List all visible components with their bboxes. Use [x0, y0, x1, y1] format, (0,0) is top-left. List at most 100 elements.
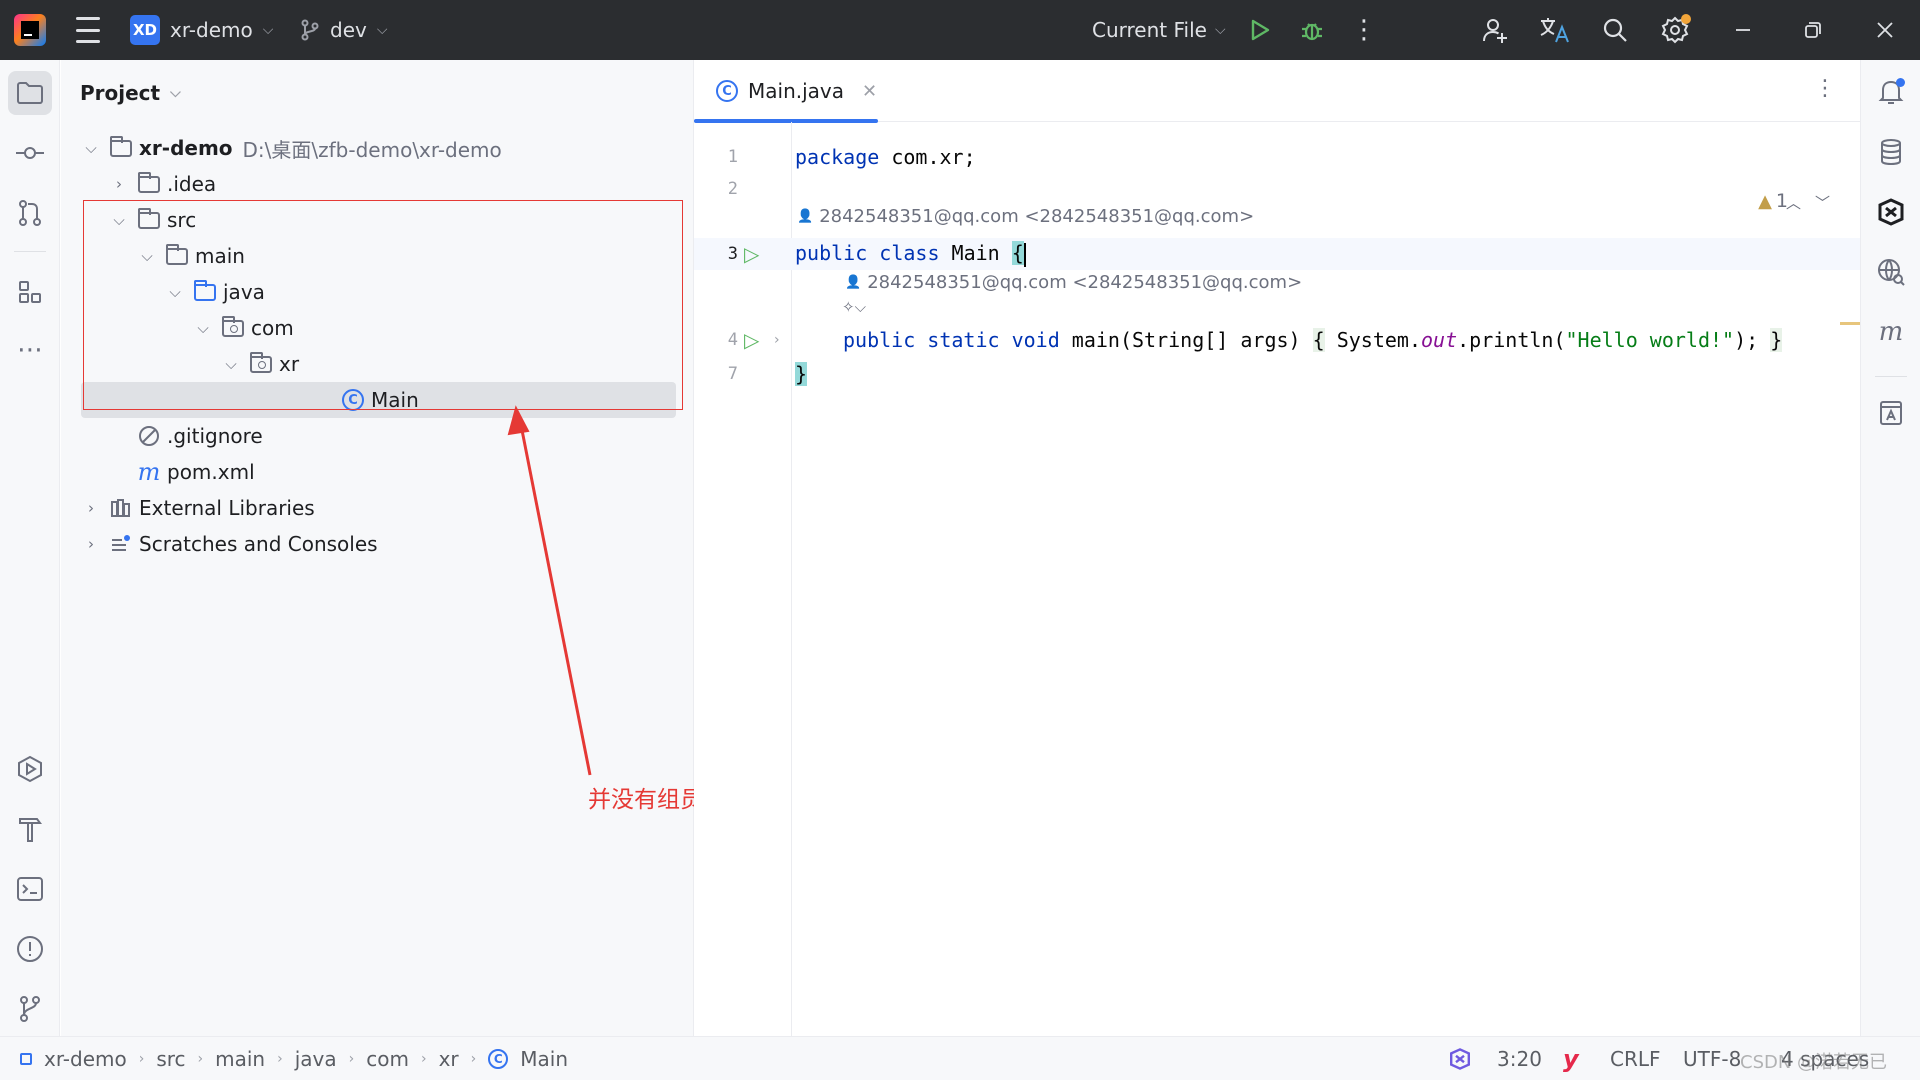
settings-icon[interactable]: [1655, 10, 1695, 50]
folder-icon[interactable]: [8, 71, 52, 115]
code-line-2[interactable]: 2: [694, 173, 1860, 205]
notifications-icon[interactable]: [1869, 70, 1913, 114]
caret-position[interactable]: 3:20: [1497, 1037, 1542, 1080]
pull-requests-icon[interactable]: [8, 191, 52, 235]
tree-node-xr[interactable]: ⌵ xr: [61, 346, 681, 382]
terminal-icon[interactable]: [8, 867, 52, 911]
more-icon[interactable]: ⋯: [8, 328, 52, 372]
hamburger-menu-icon[interactable]: [74, 17, 102, 43]
maven-icon[interactable]: m: [1869, 310, 1913, 354]
active-tab-indicator: [694, 119, 878, 123]
ignore-file-icon: [137, 426, 161, 446]
folder-icon: [137, 207, 161, 230]
close-icon[interactable]: [1865, 10, 1905, 50]
code-text: package com.xr;: [795, 145, 976, 169]
chevron-right-icon: ›: [348, 1051, 355, 1067]
tree-node-scratches[interactable]: › Scratches and Consoles: [61, 526, 681, 562]
structure-icon[interactable]: [8, 270, 52, 314]
endpoints-icon[interactable]: [1869, 250, 1913, 294]
code-line-3[interactable]: 3 ▷ public class Main {: [694, 238, 1860, 270]
chevron-down-icon[interactable]: ⌵: [193, 319, 213, 337]
file-encoding[interactable]: UTF-8: [1683, 1037, 1741, 1080]
ai-assistant-icon[interactable]: [1869, 190, 1913, 234]
project-tool-window: Project ⌵ ⌵ xr-demo D:\桌面\zfb-demo\xr-de…: [61, 60, 694, 1036]
library-icon: [109, 498, 133, 518]
chevron-down-icon[interactable]: ⌵: [137, 247, 157, 265]
chevron-right-icon[interactable]: ›: [81, 535, 101, 553]
tree-node-com[interactable]: ⌵ com: [61, 310, 681, 346]
tree-label: Scratches and Consoles: [139, 532, 378, 556]
project-switcher[interactable]: XD xr-demo ⌵: [130, 14, 273, 46]
line-number: 7: [727, 364, 738, 384]
minimize-icon[interactable]: [1723, 10, 1763, 50]
commit-icon[interactable]: [8, 131, 52, 175]
line-separator[interactable]: CRLF: [1610, 1037, 1661, 1080]
tree-label: java: [223, 280, 265, 304]
translate-icon[interactable]: [1535, 10, 1575, 50]
class-icon: C: [341, 389, 365, 411]
database-icon[interactable]: [1869, 130, 1913, 174]
chevron-right-icon[interactable]: ›: [109, 175, 129, 193]
breadcrumb-item[interactable]: xr: [439, 1047, 459, 1071]
tree-label: src: [167, 208, 197, 232]
tree-node-main-class[interactable]: C Main: [81, 382, 676, 418]
module-folder-icon: [109, 135, 133, 158]
debug-icon[interactable]: [1292, 10, 1332, 50]
chevron-right-icon[interactable]: ›: [81, 499, 101, 517]
problems-icon[interactable]: [8, 927, 52, 971]
breadcrumb-item[interactable]: xr-demo: [44, 1047, 127, 1071]
line-number: 2: [727, 179, 738, 199]
breadcrumb-item[interactable]: java: [295, 1047, 337, 1071]
chevron-down-icon[interactable]: ⌵: [109, 211, 129, 229]
chevron-down-icon[interactable]: ⌵: [221, 355, 241, 373]
maximize-icon[interactable]: [1793, 10, 1833, 50]
scratches-icon: [109, 534, 133, 554]
run-gutter-icon[interactable]: ▷: [744, 242, 759, 266]
tree-node-java[interactable]: ⌵ java: [61, 274, 681, 310]
tree-node-main[interactable]: ⌵ main: [61, 238, 681, 274]
tree-node-xr-demo[interactable]: ⌵ xr-demo D:\桌面\zfb-demo\xr-demo: [61, 130, 681, 166]
code-line-1[interactable]: 1 package com.xr;: [694, 141, 1860, 173]
breadcrumb-item[interactable]: main: [215, 1047, 265, 1071]
code-vision-author[interactable]: 👤 2842548351@qq.com <2842548351@qq.com>: [797, 206, 1254, 227]
build-icon[interactable]: [8, 807, 52, 851]
more-vertical-icon[interactable]: ⋮: [1344, 10, 1384, 50]
code-line-4[interactable]: 4 ▷ › public static void main(String[] a…: [694, 324, 1860, 356]
chevron-down-icon[interactable]: ⌵: [165, 283, 185, 301]
close-icon[interactable]: ✕: [862, 81, 877, 102]
more-vertical-icon[interactable]: ⋮: [1814, 76, 1836, 101]
chevron-right-icon[interactable]: ›: [774, 332, 780, 348]
tree-node-idea[interactable]: › .idea: [61, 166, 681, 202]
project-panel-header[interactable]: Project ⌵: [80, 78, 181, 108]
code-vision-author[interactable]: 👤 2842548351@qq.com <2842548351@qq.com>: [845, 272, 1302, 293]
run-icon[interactable]: [1240, 10, 1280, 50]
search-icon[interactable]: [1595, 10, 1635, 50]
ai-action-icon[interactable]: ✧⌵: [842, 298, 866, 316]
intellij-logo-icon[interactable]: [14, 14, 46, 46]
editor-area: C Main.java ✕ ⋮ ▲ 1 ︿﹀ 1 package com.xr;…: [694, 60, 1860, 1036]
run-configuration-selector[interactable]: Current File ⌵: [1092, 14, 1226, 46]
tree-label: .idea: [167, 172, 217, 196]
tree-node-external-libraries[interactable]: › External Libraries: [61, 490, 681, 526]
breadcrumb-item[interactable]: Main: [520, 1047, 568, 1071]
chevron-down-icon[interactable]: ⌵: [81, 139, 101, 157]
tree-label: com: [251, 316, 294, 340]
tab-main-java[interactable]: C Main.java ✕: [694, 60, 878, 123]
branch-switcher[interactable]: dev ⌵: [300, 14, 387, 46]
add-user-icon[interactable]: [1475, 10, 1515, 50]
services-icon[interactable]: [8, 747, 52, 791]
breadcrumb-item[interactable]: src: [156, 1047, 185, 1071]
person-icon: 👤: [797, 209, 814, 224]
git-icon[interactable]: [8, 987, 52, 1031]
run-gutter-icon[interactable]: ▷: [744, 328, 759, 352]
tree-node-pom[interactable]: m pom.xml: [61, 454, 681, 490]
tree-node-src[interactable]: ⌵ src: [61, 202, 681, 238]
tree-node-gitignore[interactable]: .gitignore: [61, 418, 681, 454]
code-line-7[interactable]: 7 }: [694, 358, 1860, 390]
youtrack-icon[interactable]: y: [1563, 1037, 1579, 1080]
code-text: public class Main {: [795, 241, 1026, 267]
breadcrumb-item[interactable]: com: [366, 1047, 409, 1071]
ai-status-icon[interactable]: [1448, 1037, 1472, 1080]
text-cursor: [1023, 242, 1026, 267]
translation-icon[interactable]: [1869, 390, 1913, 434]
